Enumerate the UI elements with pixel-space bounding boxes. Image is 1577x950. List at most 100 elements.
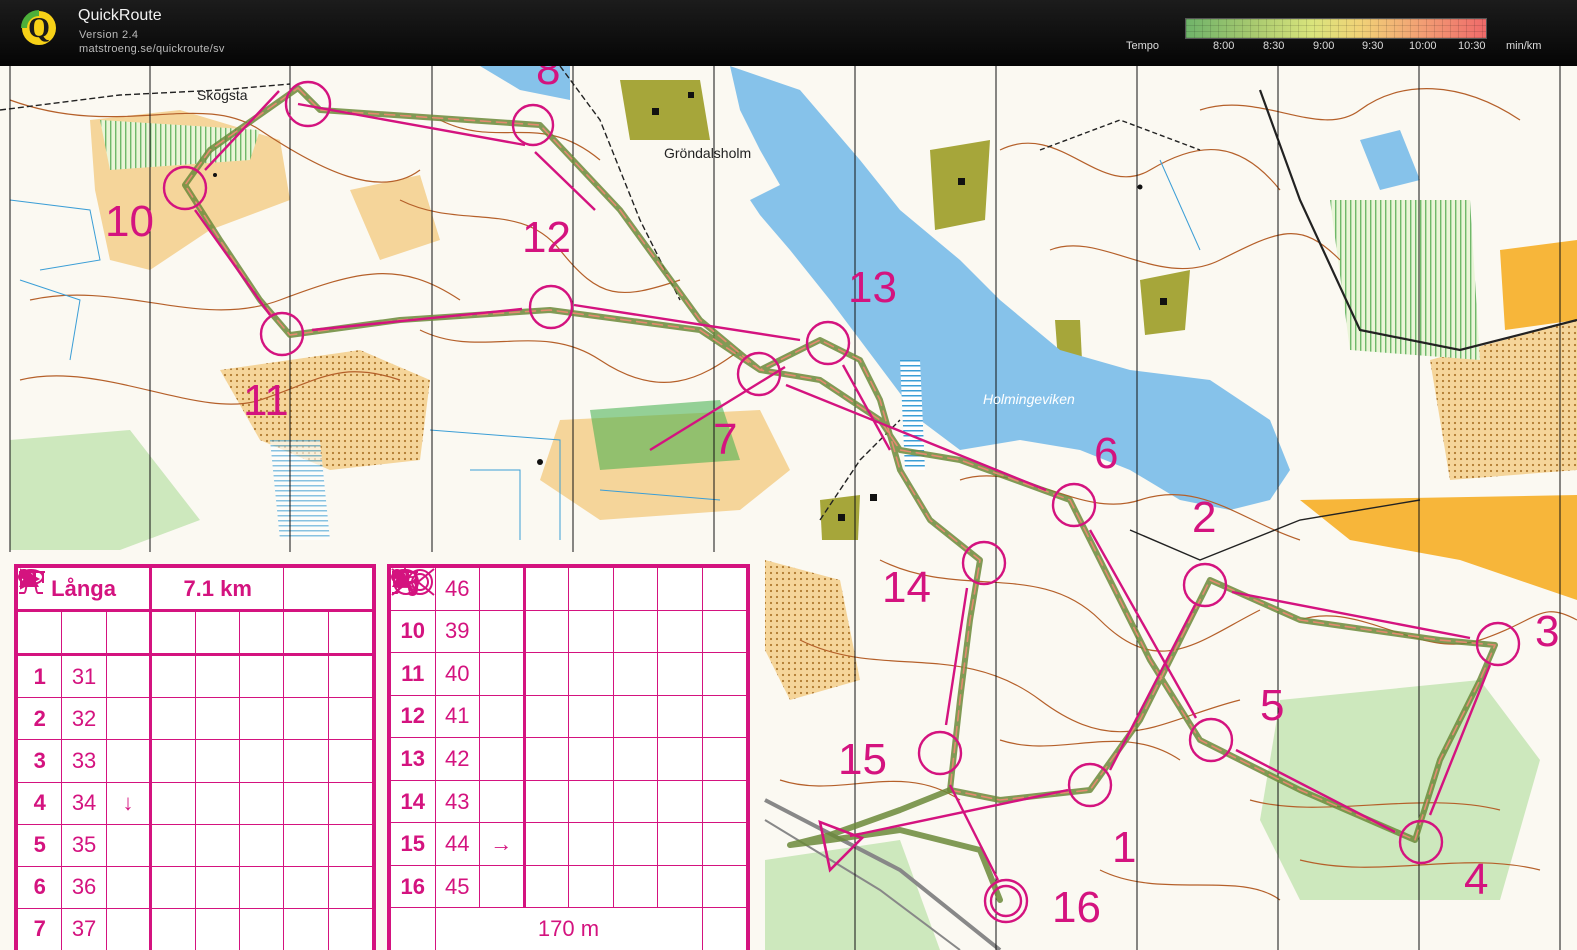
control-seq-number: 2 xyxy=(16,697,63,741)
empty-cell xyxy=(238,907,285,950)
description-row: 13 42 xyxy=(390,569,747,781)
description-row: 10 39 xyxy=(390,568,747,654)
control-seq-number: 3 xyxy=(16,739,63,783)
course-distance: 7.1 km xyxy=(150,566,285,613)
control-number: 13 xyxy=(848,263,897,312)
empty-cell xyxy=(238,654,285,699)
ellipse-symbol-icon xyxy=(18,569,196,699)
description-row: 7 37 xyxy=(16,569,374,950)
empty-cell xyxy=(612,694,658,739)
empty-cell xyxy=(657,779,703,824)
empty-cell xyxy=(701,567,747,611)
empty-cell xyxy=(194,654,240,699)
empty-cell xyxy=(194,907,240,950)
empty-cell xyxy=(701,822,747,866)
tempo-unit: min/km xyxy=(1506,40,1542,52)
description-row: 9 46 xyxy=(390,567,747,611)
description-row: 14 43 xyxy=(390,569,747,824)
control-description-right: 9 46 10 39 11 40 12 41 13 42 14 43 15 44 → 16 45 170 m xyxy=(387,564,750,950)
empty-cell xyxy=(657,609,703,654)
control-code: 33 xyxy=(61,739,107,783)
control-number: 2 xyxy=(1192,493,1217,542)
lines-symbol-icon xyxy=(393,568,569,654)
control-number: 16 xyxy=(1052,883,1101,932)
control-number: 3 xyxy=(1535,607,1560,656)
control-direction xyxy=(105,697,153,741)
control-code: 31 xyxy=(61,654,107,699)
control-code: 34 xyxy=(61,781,107,825)
control-code: 40 xyxy=(434,652,480,696)
control-direction xyxy=(105,739,153,783)
empty-cell xyxy=(568,609,614,654)
empty-cell xyxy=(612,779,658,824)
empty-cell xyxy=(327,697,374,741)
empty-cell xyxy=(701,609,747,654)
control-code: 43 xyxy=(434,779,480,824)
description-row: 11 40 xyxy=(390,571,747,696)
empty-cell xyxy=(194,823,240,867)
dot-symbol-icon xyxy=(392,569,569,909)
control-seq-number: 16 xyxy=(390,864,436,909)
orienteering-map[interactable]: Skogsta Gröndalsholm Holmingeviken 8 10 … xyxy=(0,66,1577,950)
control-code: 42 xyxy=(434,737,480,781)
empty-cell xyxy=(327,781,374,825)
control-number: 5 xyxy=(1260,681,1285,730)
description-row: 2 32 xyxy=(16,571,374,741)
control-direction xyxy=(479,567,526,611)
control-number: 15 xyxy=(838,735,887,784)
description-row: 5 35 xyxy=(16,569,374,867)
control-direction xyxy=(479,864,526,909)
control-code: 46 xyxy=(434,567,480,611)
empty-cell xyxy=(568,652,614,696)
empty-cell xyxy=(657,864,703,909)
quickroute-logo-icon: Q xyxy=(21,10,56,45)
empty-cell xyxy=(701,694,747,739)
empty-cell xyxy=(283,823,329,867)
svg-text:Q: Q xyxy=(28,13,50,44)
control-direction xyxy=(105,654,153,699)
dot-symbol-icon xyxy=(19,569,196,825)
tempo-color-scale xyxy=(1185,18,1487,39)
comb-symbol-icon xyxy=(392,571,569,696)
empty-cell xyxy=(283,654,329,699)
empty-cell xyxy=(612,737,658,781)
description-row: 3 33 xyxy=(16,569,374,783)
empty-cell xyxy=(701,779,747,824)
ellipse-symbol-icon xyxy=(391,569,569,739)
empty-cell xyxy=(568,779,614,824)
dot-symbol-icon xyxy=(392,569,569,781)
control-number: 4 xyxy=(1464,855,1489,904)
triangle-symbol-icon xyxy=(392,569,569,824)
finish-left-icon xyxy=(390,568,436,950)
app-name: QuickRoute xyxy=(78,7,162,24)
empty-cell xyxy=(327,907,374,950)
control-seq-number: 14 xyxy=(390,779,436,824)
dot-symbol-icon xyxy=(19,569,196,867)
empty-cell xyxy=(612,609,658,654)
app-url[interactable]: matstroeng.se/quickroute/sv xyxy=(79,43,225,55)
control-code: 44 xyxy=(434,822,480,866)
empty-cell xyxy=(194,781,240,825)
control-direction xyxy=(105,823,153,867)
tempo-tick: 10:30 xyxy=(1458,40,1486,52)
control-direction xyxy=(105,907,153,950)
empty-cell xyxy=(701,737,747,781)
empty-cell xyxy=(657,694,703,739)
empty-cell xyxy=(238,823,285,867)
tempo-tick: 8:30 xyxy=(1263,40,1285,52)
place-name-grondalsholm: Gröndalsholm xyxy=(664,145,752,161)
lake-name: Holmingeviken xyxy=(983,391,1075,407)
empty-cell xyxy=(568,737,614,781)
control-seq-number: 7 xyxy=(16,907,63,950)
control-seq-number: 10 xyxy=(390,609,436,654)
control-number: 8 xyxy=(536,66,561,94)
empty-cell xyxy=(701,652,747,696)
description-row: 4 34 ↓ xyxy=(16,569,374,825)
comb-symbol-icon xyxy=(19,571,196,741)
place-name-skogsta: Skogsta xyxy=(197,87,248,103)
description-row: 16 45 xyxy=(390,569,747,909)
control-direction xyxy=(105,865,153,909)
description-row: 6 36 xyxy=(16,568,374,909)
quickroute-window: { "header": { "app_name": "QuickRoute", … xyxy=(0,0,1577,950)
control-direction xyxy=(479,779,526,824)
